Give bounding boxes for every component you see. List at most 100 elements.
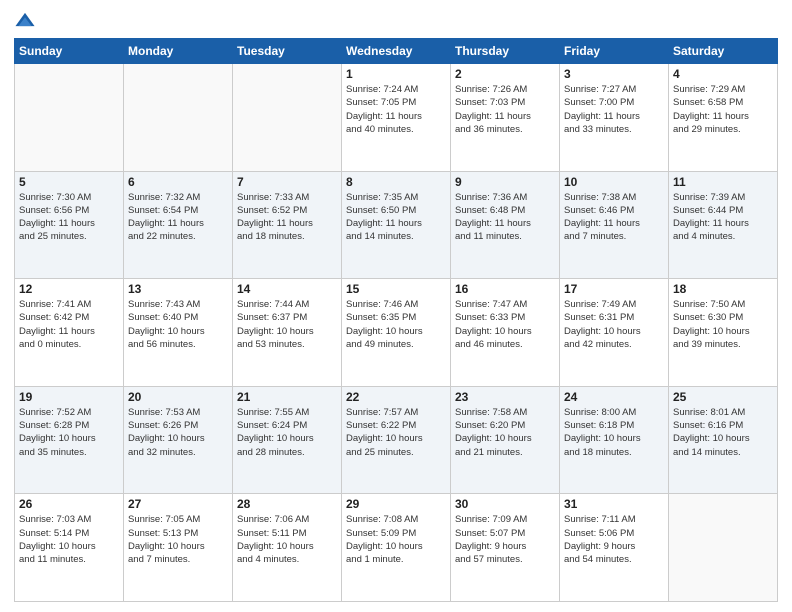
calendar-day: 26 Sunrise: 7:03 AM Sunset: 5:14 PM Dayli…: [15, 494, 124, 602]
day-info: Sunrise: 7:52 AM Sunset: 6:28 PM Dayligh…: [19, 406, 119, 459]
day-number: 16: [455, 282, 555, 296]
calendar-day: [15, 64, 124, 172]
day-info: Sunrise: 7:53 AM Sunset: 6:26 PM Dayligh…: [128, 406, 228, 459]
weekday-header-thursday: Thursday: [451, 39, 560, 64]
day-number: 24: [564, 390, 664, 404]
day-number: 23: [455, 390, 555, 404]
calendar-day: 27 Sunrise: 7:05 AM Sunset: 5:13 PM Dayli…: [124, 494, 233, 602]
calendar-day: [124, 64, 233, 172]
day-info: Sunrise: 7:50 AM Sunset: 6:30 PM Dayligh…: [673, 298, 773, 351]
day-number: 22: [346, 390, 446, 404]
day-info: Sunrise: 7:46 AM Sunset: 6:35 PM Dayligh…: [346, 298, 446, 351]
calendar-day: 14Sunrise: 7:44 AM Sunset: 6:37 PM Dayli…: [233, 279, 342, 387]
calendar-day: 4 Sunrise: 7:29 AM Sunset: 6:58 PM Daylig…: [669, 64, 778, 172]
day-info: Sunrise: 7:36 AM Sunset: 6:48 PM Dayligh…: [455, 191, 555, 244]
day-info: Sunrise: 7:58 AM Sunset: 6:20 PM Dayligh…: [455, 406, 555, 459]
day-info: Sunrise: 7:55 AM Sunset: 6:24 PM Dayligh…: [237, 406, 337, 459]
day-number: 9: [455, 175, 555, 189]
day-info: Sunrise: 7:57 AM Sunset: 6:22 PM Dayligh…: [346, 406, 446, 459]
calendar-day: 20 Sunrise: 7:53 AM Sunset: 6:26 PM Dayli…: [124, 386, 233, 494]
calendar-day: 18 Sunrise: 7:50 AM Sunset: 6:30 PM Dayli…: [669, 279, 778, 387]
calendar-day: 16 Sunrise: 7:47 AM Sunset: 6:33 PM Dayli…: [451, 279, 560, 387]
calendar-day: 30 Sunrise: 7:09 AM Sunset: 5:07 PM Dayli…: [451, 494, 560, 602]
day-info: Sunrise: 7:49 AM Sunset: 6:31 PM Dayligh…: [564, 298, 664, 351]
day-number: 17: [564, 282, 664, 296]
weekday-header-monday: Monday: [124, 39, 233, 64]
day-info: Sunrise: 7:35 AM Sunset: 6:50 PM Dayligh…: [346, 191, 446, 244]
day-number: 10: [564, 175, 664, 189]
day-number: 29: [346, 497, 446, 511]
day-number: 30: [455, 497, 555, 511]
day-number: 26: [19, 497, 119, 511]
calendar-day: 2 Sunrise: 7:26 AM Sunset: 7:03 PM Daylig…: [451, 64, 560, 172]
day-number: 27: [128, 497, 228, 511]
calendar-day: 29 Sunrise: 7:08 AM Sunset: 5:09 PM Dayli…: [342, 494, 451, 602]
day-info: Sunrise: 7:27 AM Sunset: 7:00 PM Dayligh…: [564, 83, 664, 136]
calendar-day: 15Sunrise: 7:46 AM Sunset: 6:35 PM Dayli…: [342, 279, 451, 387]
calendar-day: 17 Sunrise: 7:49 AM Sunset: 6:31 PM Dayli…: [560, 279, 669, 387]
calendar-day: 12Sunrise: 7:41 AM Sunset: 6:42 PM Dayli…: [15, 279, 124, 387]
calendar-day: 23 Sunrise: 7:58 AM Sunset: 6:20 PM Dayli…: [451, 386, 560, 494]
day-info: Sunrise: 7:44 AM Sunset: 6:37 PM Dayligh…: [237, 298, 337, 351]
day-number: 25: [673, 390, 773, 404]
day-number: 1: [346, 67, 446, 81]
calendar-day: 9 Sunrise: 7:36 AM Sunset: 6:48 PM Daylig…: [451, 171, 560, 279]
day-number: 7: [237, 175, 337, 189]
day-number: 21: [237, 390, 337, 404]
calendar-day: 11Sunrise: 7:39 AM Sunset: 6:44 PM Dayli…: [669, 171, 778, 279]
day-info: Sunrise: 7:06 AM Sunset: 5:11 PM Dayligh…: [237, 513, 337, 566]
calendar-day: 13 Sunrise: 7:43 AM Sunset: 6:40 PM Dayli…: [124, 279, 233, 387]
day-number: 28: [237, 497, 337, 511]
calendar-day: 3 Sunrise: 7:27 AM Sunset: 7:00 PM Daylig…: [560, 64, 669, 172]
day-info: Sunrise: 7:03 AM Sunset: 5:14 PM Dayligh…: [19, 513, 119, 566]
day-number: 3: [564, 67, 664, 81]
day-info: Sunrise: 7:09 AM Sunset: 5:07 PM Dayligh…: [455, 513, 555, 566]
calendar-header-row: SundayMondayTuesdayWednesdayThursdayFrid…: [15, 39, 778, 64]
weekday-header-sunday: Sunday: [15, 39, 124, 64]
logo: [14, 10, 40, 32]
day-number: 18: [673, 282, 773, 296]
day-number: 31: [564, 497, 664, 511]
calendar-day: 24 Sunrise: 8:00 AM Sunset: 6:18 PM Dayli…: [560, 386, 669, 494]
day-number: 13: [128, 282, 228, 296]
day-number: 6: [128, 175, 228, 189]
page-container: SundayMondayTuesdayWednesdayThursdayFrid…: [0, 0, 792, 612]
day-info: Sunrise: 7:38 AM Sunset: 6:46 PM Dayligh…: [564, 191, 664, 244]
day-number: 8: [346, 175, 446, 189]
day-info: Sunrise: 7:39 AM Sunset: 6:44 PM Dayligh…: [673, 191, 773, 244]
calendar-day: 28 Sunrise: 7:06 AM Sunset: 5:11 PM Dayli…: [233, 494, 342, 602]
day-info: Sunrise: 7:47 AM Sunset: 6:33 PM Dayligh…: [455, 298, 555, 351]
day-info: Sunrise: 7:05 AM Sunset: 5:13 PM Dayligh…: [128, 513, 228, 566]
calendar-week-5: 26 Sunrise: 7:03 AM Sunset: 5:14 PM Dayli…: [15, 494, 778, 602]
day-number: 20: [128, 390, 228, 404]
weekday-header-saturday: Saturday: [669, 39, 778, 64]
day-info: Sunrise: 7:30 AM Sunset: 6:56 PM Dayligh…: [19, 191, 119, 244]
calendar-day: 8 Sunrise: 7:35 AM Sunset: 6:50 PM Daylig…: [342, 171, 451, 279]
day-number: 5: [19, 175, 119, 189]
weekday-header-friday: Friday: [560, 39, 669, 64]
day-info: Sunrise: 8:00 AM Sunset: 6:18 PM Dayligh…: [564, 406, 664, 459]
logo-icon: [14, 10, 36, 32]
calendar-week-4: 19 Sunrise: 7:52 AM Sunset: 6:28 PM Dayli…: [15, 386, 778, 494]
day-info: Sunrise: 7:26 AM Sunset: 7:03 PM Dayligh…: [455, 83, 555, 136]
calendar-day: 22 Sunrise: 7:57 AM Sunset: 6:22 PM Dayli…: [342, 386, 451, 494]
weekday-header-wednesday: Wednesday: [342, 39, 451, 64]
day-info: Sunrise: 7:08 AM Sunset: 5:09 PM Dayligh…: [346, 513, 446, 566]
day-info: Sunrise: 7:43 AM Sunset: 6:40 PM Dayligh…: [128, 298, 228, 351]
day-number: 19: [19, 390, 119, 404]
day-number: 4: [673, 67, 773, 81]
day-info: Sunrise: 7:41 AM Sunset: 6:42 PM Dayligh…: [19, 298, 119, 351]
day-info: Sunrise: 7:29 AM Sunset: 6:58 PM Dayligh…: [673, 83, 773, 136]
day-number: 2: [455, 67, 555, 81]
calendar-day: 21 Sunrise: 7:55 AM Sunset: 6:24 PM Dayli…: [233, 386, 342, 494]
calendar-day: 1 Sunrise: 7:24 AM Sunset: 7:05 PM Daylig…: [342, 64, 451, 172]
calendar-week-3: 12Sunrise: 7:41 AM Sunset: 6:42 PM Dayli…: [15, 279, 778, 387]
weekday-header-tuesday: Tuesday: [233, 39, 342, 64]
calendar-day: 25Sunrise: 8:01 AM Sunset: 6:16 PM Dayli…: [669, 386, 778, 494]
day-info: Sunrise: 7:11 AM Sunset: 5:06 PM Dayligh…: [564, 513, 664, 566]
day-info: Sunrise: 7:24 AM Sunset: 7:05 PM Dayligh…: [346, 83, 446, 136]
calendar-day: 5 Sunrise: 7:30 AM Sunset: 6:56 PM Daylig…: [15, 171, 124, 279]
calendar-day: 31 Sunrise: 7:11 AM Sunset: 5:06 PM Dayli…: [560, 494, 669, 602]
calendar-week-1: 1 Sunrise: 7:24 AM Sunset: 7:05 PM Daylig…: [15, 64, 778, 172]
calendar-day: 6Sunrise: 7:32 AM Sunset: 6:54 PM Daylig…: [124, 171, 233, 279]
